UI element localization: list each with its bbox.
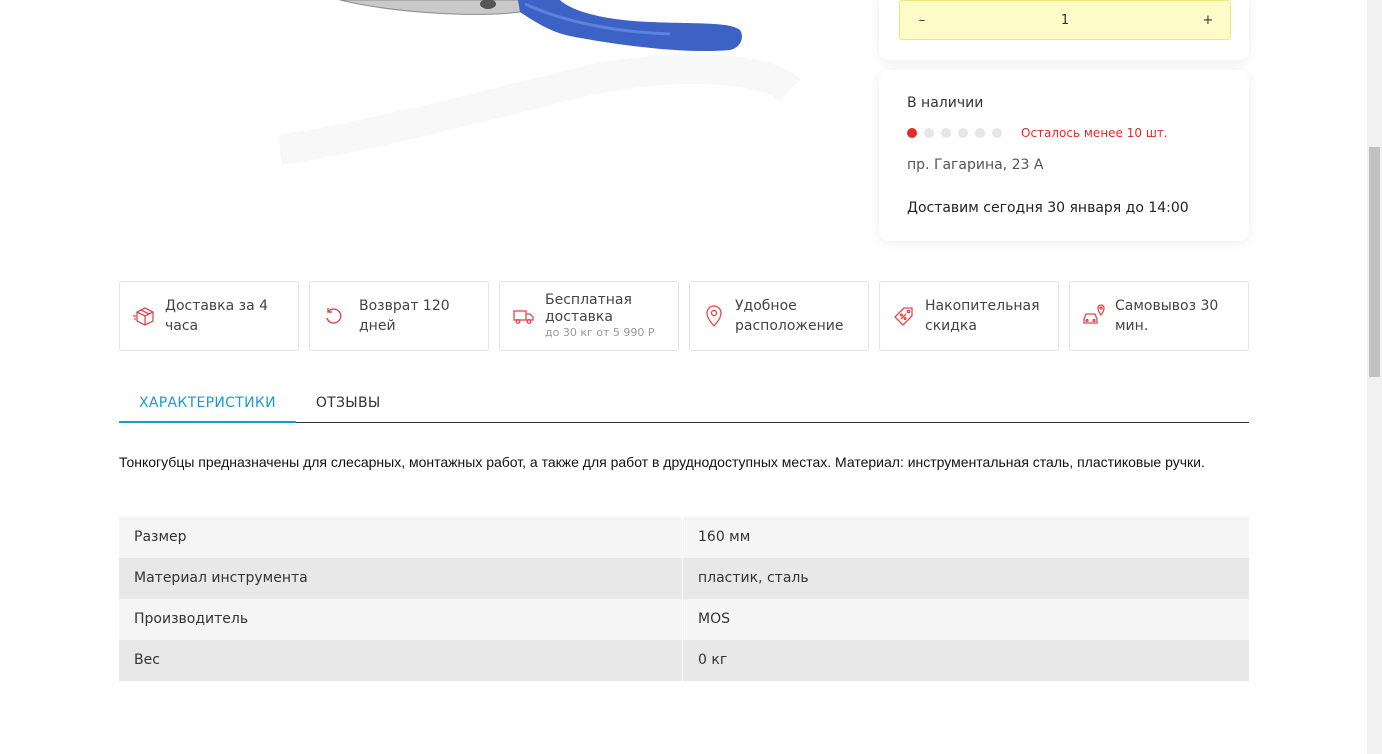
quantity-card: – 1 + (879, 0, 1249, 60)
feature-label: Бесплатная доставка (545, 292, 632, 325)
specs-table: Размер 160 мм Материал инструмента пласт… (119, 517, 1249, 681)
spec-row: Размер 160 мм (119, 517, 1249, 558)
quantity-stepper: – 1 + (899, 0, 1231, 40)
spec-value: 160 мм (698, 529, 751, 545)
feature-label-line: Накопительная (925, 298, 1040, 314)
quantity-value[interactable]: 1 (1061, 13, 1069, 28)
feature-label: Доставка за 4 часа (165, 298, 269, 334)
return-icon (322, 304, 346, 328)
decrease-quantity-button[interactable]: – (914, 13, 930, 28)
stock-level-dot (958, 128, 968, 138)
product-description: Тонкогубцы предназначены для слесарных, … (119, 454, 1205, 470)
spec-value: MOS (698, 611, 730, 627)
spec-row: Производитель MOS (119, 599, 1249, 640)
truck-icon (512, 304, 536, 328)
scrollbar-thumb[interactable] (1369, 147, 1380, 377)
feature-label-line: Удобное (735, 298, 797, 314)
increase-quantity-button[interactable]: + (1200, 13, 1216, 28)
stock-card: В наличии Осталось менее 10 шт. пр. Гага… (879, 70, 1249, 241)
store-address[interactable]: пр. Гагарина, 23 А (907, 157, 1221, 173)
stock-level-indicator: Осталось менее 10 шт. (907, 126, 1221, 140)
stock-level-dot (941, 128, 951, 138)
spec-row: Вес 0 кг (119, 640, 1249, 681)
stock-level-dot (992, 128, 1002, 138)
stock-level-dot (907, 128, 917, 138)
discount-tag-icon (892, 304, 916, 328)
feature-label: Самовывоз 30 мин. (1115, 298, 1219, 334)
stock-status: В наличии (907, 95, 984, 111)
location-pin-icon (702, 304, 726, 328)
spec-value: 0 кг (698, 652, 728, 668)
feature-location[interactable]: Удобное расположение (689, 281, 869, 351)
car-pickup-icon (1082, 304, 1106, 328)
feature-label: Удобное расположение (735, 296, 844, 336)
tab-reviews[interactable]: ОТЗЫВЫ (296, 382, 401, 423)
tab-characteristics[interactable]: ХАРАКТЕРИСТИКИ (119, 382, 296, 423)
spec-key: Размер (119, 517, 683, 558)
spec-row: Материал инструмента пластик, сталь (119, 558, 1249, 599)
feature-sublabel: до 30 кг от 5 990 Р (545, 326, 655, 339)
spec-key: Материал инструмента (119, 558, 683, 599)
feature-label-line: скидка (925, 318, 977, 334)
feature-discount[interactable]: Накопительная скидка (879, 281, 1059, 351)
feature-pickup[interactable]: Самовывоз 30 мин. (1069, 281, 1249, 351)
spec-key: Производитель (119, 599, 683, 640)
stock-note: Осталось менее 10 шт. (1021, 126, 1168, 140)
feature-label: Возврат 120 дней (359, 298, 450, 334)
vertical-scrollbar[interactable] (1367, 0, 1382, 754)
spec-value: пластик, сталь (698, 570, 809, 586)
product-page: – 1 + В наличии Осталось менее 10 шт. пр… (0, 0, 1367, 754)
feature-return[interactable]: Возврат 120 дней (309, 281, 489, 351)
feature-delivery[interactable]: Доставка за 4 часа (119, 281, 299, 351)
features-row: Доставка за 4 часа Возврат 120 дней Бесп… (119, 281, 1249, 351)
product-image (270, 0, 810, 170)
feature-label: Накопительная скидка (925, 296, 1040, 336)
feature-label-line: расположение (735, 318, 844, 334)
delivery-info: Доставим сегодня 30 января до 14:00 (907, 200, 1189, 216)
stock-level-dot (975, 128, 985, 138)
stock-level-dot (924, 128, 934, 138)
feature-free-delivery[interactable]: Бесплатная доставка до 30 кг от 5 990 Р (499, 281, 679, 351)
product-tabs: ХАРАКТЕРИСТИКИ ОТЗЫВЫ (119, 382, 1249, 423)
box-icon (132, 304, 156, 328)
spec-key: Вес (119, 640, 683, 681)
